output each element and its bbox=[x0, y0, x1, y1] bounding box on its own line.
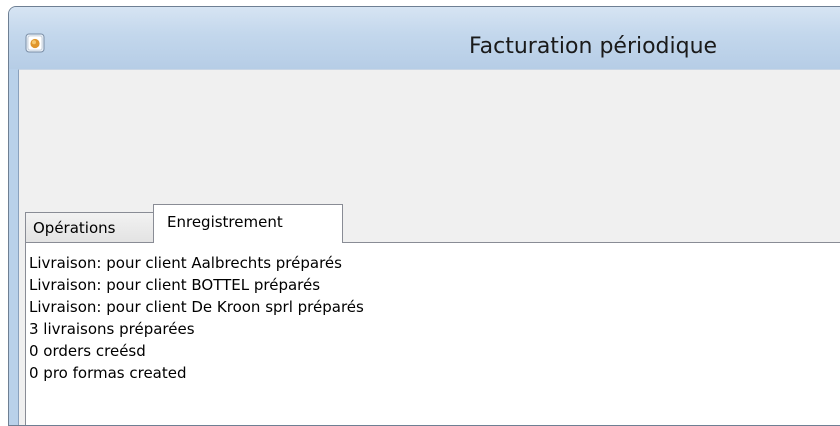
log-list: Livraison: pour client Aalbrechts prépar… bbox=[26, 243, 840, 384]
log-line: 0 pro formas created bbox=[29, 364, 187, 382]
tab-enregistrement[interactable]: Enregistrement bbox=[153, 204, 343, 243]
log-line: Livraison: pour client BOTTEL préparés bbox=[29, 276, 321, 294]
title-bar[interactable]: Facturation périodique bbox=[9, 7, 840, 69]
app-window: Facturation périodique Opérations Enregi… bbox=[8, 6, 840, 426]
log-panel[interactable]: Livraison: pour client Aalbrechts prépar… bbox=[25, 242, 840, 425]
log-line: 3 livraisons préparées bbox=[29, 320, 195, 338]
window-client-area: Opérations Enregistrement Livraison: pou… bbox=[18, 69, 840, 425]
tab-strip: Opérations Enregistrement bbox=[19, 204, 840, 243]
window-title: Facturation périodique bbox=[469, 34, 718, 59]
log-line: Livraison: pour client Aalbrechts prépar… bbox=[29, 254, 342, 272]
tab-operations[interactable]: Opérations bbox=[25, 212, 154, 242]
log-line: Livraison: pour client De Kroon sprl pré… bbox=[29, 298, 364, 316]
log-line: 0 orders creésd bbox=[29, 342, 146, 360]
toolbar-area bbox=[19, 70, 840, 186]
app-icon[interactable] bbox=[25, 33, 45, 53]
